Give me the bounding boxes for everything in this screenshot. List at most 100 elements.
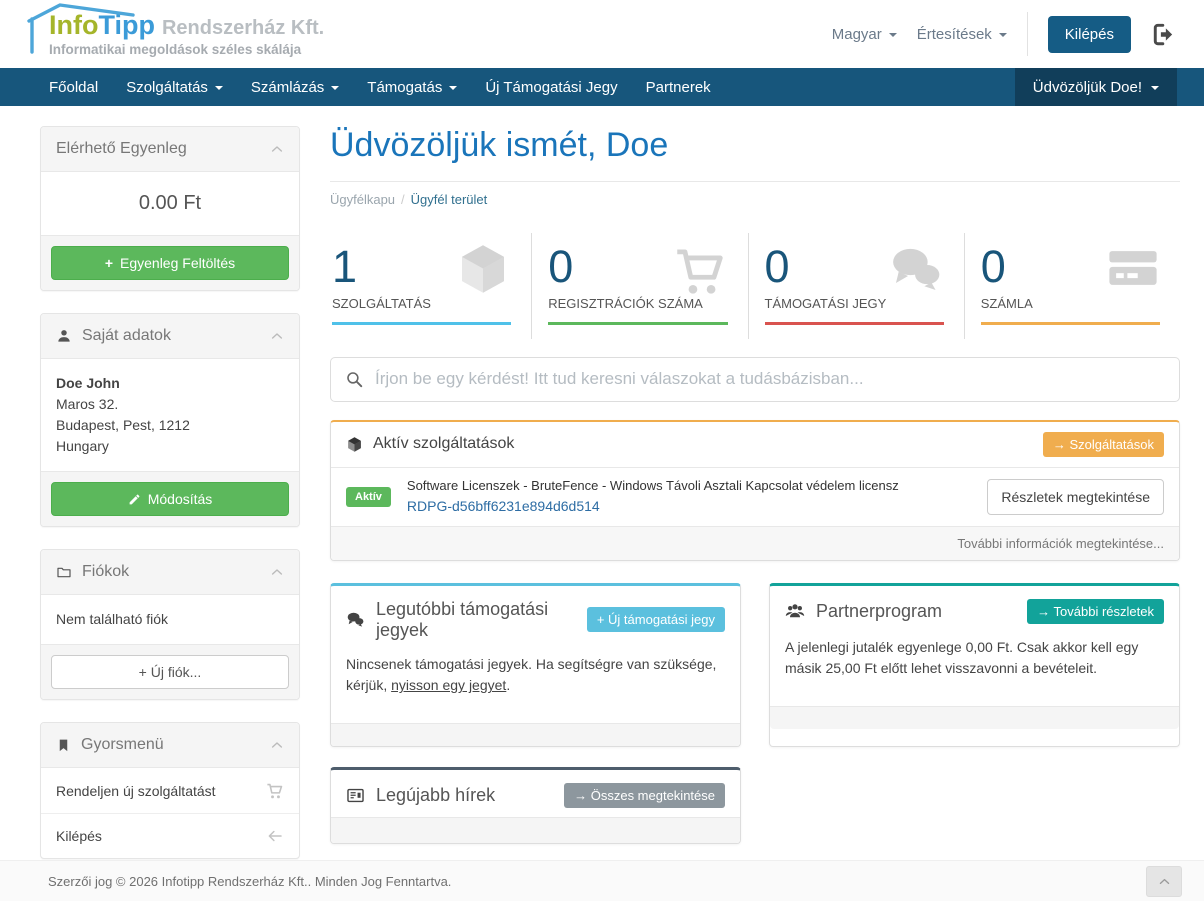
affiliate-details-button[interactable]: → További részletek <box>1027 599 1164 624</box>
recent-tickets-panel: Legutóbbi támogatási jegyek + Új támogat… <box>330 583 741 747</box>
bookmark-icon <box>56 738 71 753</box>
quickmenu-item-logout[interactable]: Kilépés <box>41 813 299 858</box>
open-ticket-link[interactable]: nyisson egy jegyet <box>391 677 506 693</box>
stat-tile-invoices[interactable]: 0 SZÁMLA <box>964 233 1180 339</box>
affiliate-header: Partnerprogram → További részletek <box>770 586 1179 633</box>
stat-underline <box>981 322 1160 325</box>
cart-icon <box>265 781 284 800</box>
breadcrumb: Ügyfélkapu/Ügyfél terület <box>330 192 1180 207</box>
company-logo[interactable]: InfoTippRendszerház Kft. Informatikai me… <box>35 12 324 57</box>
recent-tickets-title: Legutóbbi támogatási jegyek <box>376 599 576 641</box>
logo-company: Rendszerház Kft. <box>162 17 324 39</box>
balance-panel: Elérhető Egyenleg 0.00 Ft +Egyenleg Felt… <box>40 126 300 291</box>
nav-item-szamlazas[interactable]: Számlázás <box>237 68 353 106</box>
add-funds-button[interactable]: +Egyenleg Feltöltés <box>51 246 289 280</box>
logout-exit-icon[interactable] <box>1151 21 1178 48</box>
edit-profile-button[interactable]: Módosítás <box>51 482 289 516</box>
user-icon <box>56 328 72 344</box>
stat-tile-registrations[interactable]: 0 REGISZTRÁCIÓK SZÁMA <box>531 233 747 339</box>
news-title: Legújabb hírek <box>376 785 495 806</box>
new-ticket-button[interactable]: + Új támogatási jegy <box>587 607 725 632</box>
logout-button[interactable]: Kilépés <box>1048 16 1131 53</box>
active-services-header: Aktív szolgáltatások → Szolgáltatások <box>331 422 1179 467</box>
profile-panel-header[interactable]: Saját adatok <box>41 314 299 359</box>
header-divider <box>1027 12 1028 56</box>
quickmenu-item-order-service[interactable]: Rendeljen új szolgáltatást <box>41 768 299 813</box>
page-footer: Szerzői jog © 2026 Infotipp Rendszerház … <box>0 860 1204 901</box>
notifications-dropdown[interactable]: Értesítések <box>917 26 1007 43</box>
nav-item-partnerek[interactable]: Partnerek <box>632 68 725 106</box>
chevron-up-icon[interactable] <box>270 142 284 156</box>
chevron-up-icon[interactable] <box>270 738 284 752</box>
nav-item-tamogatas[interactable]: Támogatás <box>353 68 471 106</box>
arrow-left-icon <box>266 827 284 845</box>
nav-item-uj-tamogatasi-jegy[interactable]: Új Támogatási Jegy <box>471 68 631 106</box>
chevron-down-icon <box>1151 86 1159 90</box>
accounts-panel: Fiókok Nem található fiók + Új fiók... <box>40 549 300 700</box>
address-line: Maros 32. <box>56 394 284 415</box>
users-icon <box>785 601 805 621</box>
view-details-button[interactable]: Részletek megtekintése <box>987 479 1164 515</box>
pencil-icon <box>128 493 141 506</box>
language-dropdown[interactable]: Magyar <box>832 26 897 43</box>
stat-underline <box>765 322 944 325</box>
active-services-title: Aktív szolgáltatások <box>373 435 514 453</box>
profile-address: Doe John Maros 32. Budapest, Pest, 1212 … <box>41 359 299 471</box>
navbar-spacer <box>725 68 1015 106</box>
more-info-link[interactable]: További információk megtekintése... <box>331 526 1179 560</box>
recent-tickets-text: Nincsenek támogatási jegyek. Ha segítség… <box>331 650 740 723</box>
balance-amount: 0.00 Ft <box>41 172 299 235</box>
stat-label: TÁMOGATÁSI JEGY <box>765 296 944 311</box>
search-icon <box>345 370 364 389</box>
chevron-up-icon[interactable] <box>270 329 284 343</box>
chevron-down-icon <box>449 86 457 90</box>
stat-tile-tickets[interactable]: 0 TÁMOGATÁSI JEGY <box>748 233 964 339</box>
chevron-up-icon[interactable] <box>270 565 284 579</box>
stat-label: SZÁMLA <box>981 296 1160 311</box>
accounts-panel-header[interactable]: Fiókok <box>41 550 299 595</box>
panels-row: Legutóbbi támogatási jegyek + Új támogat… <box>330 583 1180 747</box>
accounts-panel-footer: + Új fiók... <box>41 644 299 699</box>
balance-panel-footer: +Egyenleg Feltöltés <box>41 235 299 290</box>
breadcrumb-separator: / <box>401 192 405 207</box>
new-account-button[interactable]: + Új fiók... <box>51 655 289 689</box>
chat-icon <box>888 241 944 297</box>
chat-icon <box>346 610 365 629</box>
service-license-link[interactable]: RDPG-d56bff6231e894d6d514 <box>407 498 600 514</box>
panel-footer-strip <box>331 817 740 843</box>
nav-item-szolgaltatas[interactable]: Szolgáltatás <box>112 68 237 106</box>
scroll-to-top-button[interactable] <box>1146 866 1182 897</box>
notifications-label: Értesítések <box>917 26 992 43</box>
sidebar: Elérhető Egyenleg 0.00 Ft +Egyenleg Felt… <box>40 126 300 881</box>
folder-icon <box>56 564 72 580</box>
address-line: Hungary <box>56 436 284 457</box>
box-icon <box>346 436 363 453</box>
stats-row: 1 SZOLGÁLTATÁS 0 REGISZTRÁCIÓK SZÁMA 0 T… <box>330 233 1180 339</box>
panel-footer-strip <box>331 723 740 746</box>
panel-footer-strip <box>770 706 1179 729</box>
view-all-news-button[interactable]: → Összes megtekintése <box>564 783 725 808</box>
chevron-down-icon <box>889 33 897 37</box>
chevron-up-icon <box>1158 875 1171 888</box>
stat-underline <box>332 322 511 325</box>
knowledgebase-search <box>330 357 1180 402</box>
chevron-down-icon <box>999 33 1007 37</box>
top-bar: InfoTippRendszerház Kft. Informatikai me… <box>0 0 1204 68</box>
search-input[interactable] <box>330 357 1180 402</box>
services-button[interactable]: → Szolgáltatások <box>1043 432 1164 457</box>
chevron-down-icon <box>331 86 339 90</box>
content-area: Elérhető Egyenleg 0.00 Ft +Egyenleg Felt… <box>0 106 1204 881</box>
service-row: Aktív Software Licenszek - BruteFence - … <box>331 467 1179 526</box>
stat-tile-services[interactable]: 1 SZOLGÁLTATÁS <box>330 233 531 339</box>
balance-panel-title: Elérhető Egyenleg <box>56 140 187 158</box>
nav-item-fooldal[interactable]: Főoldal <box>35 68 112 106</box>
language-label: Magyar <box>832 26 882 43</box>
service-description: Software Licenszek - BruteFence - Window… <box>407 478 971 493</box>
balance-panel-header[interactable]: Elérhető Egyenleg <box>41 127 299 172</box>
quickmenu-panel-title: Gyorsmenü <box>81 736 164 754</box>
quickmenu-panel-header[interactable]: Gyorsmenü <box>41 723 299 768</box>
stat-underline <box>548 322 727 325</box>
breadcrumb-home[interactable]: Ügyfélkapu <box>330 192 395 207</box>
user-menu-dropdown[interactable]: Üdvözöljük Doe! <box>1015 68 1177 106</box>
box-icon <box>455 241 511 297</box>
